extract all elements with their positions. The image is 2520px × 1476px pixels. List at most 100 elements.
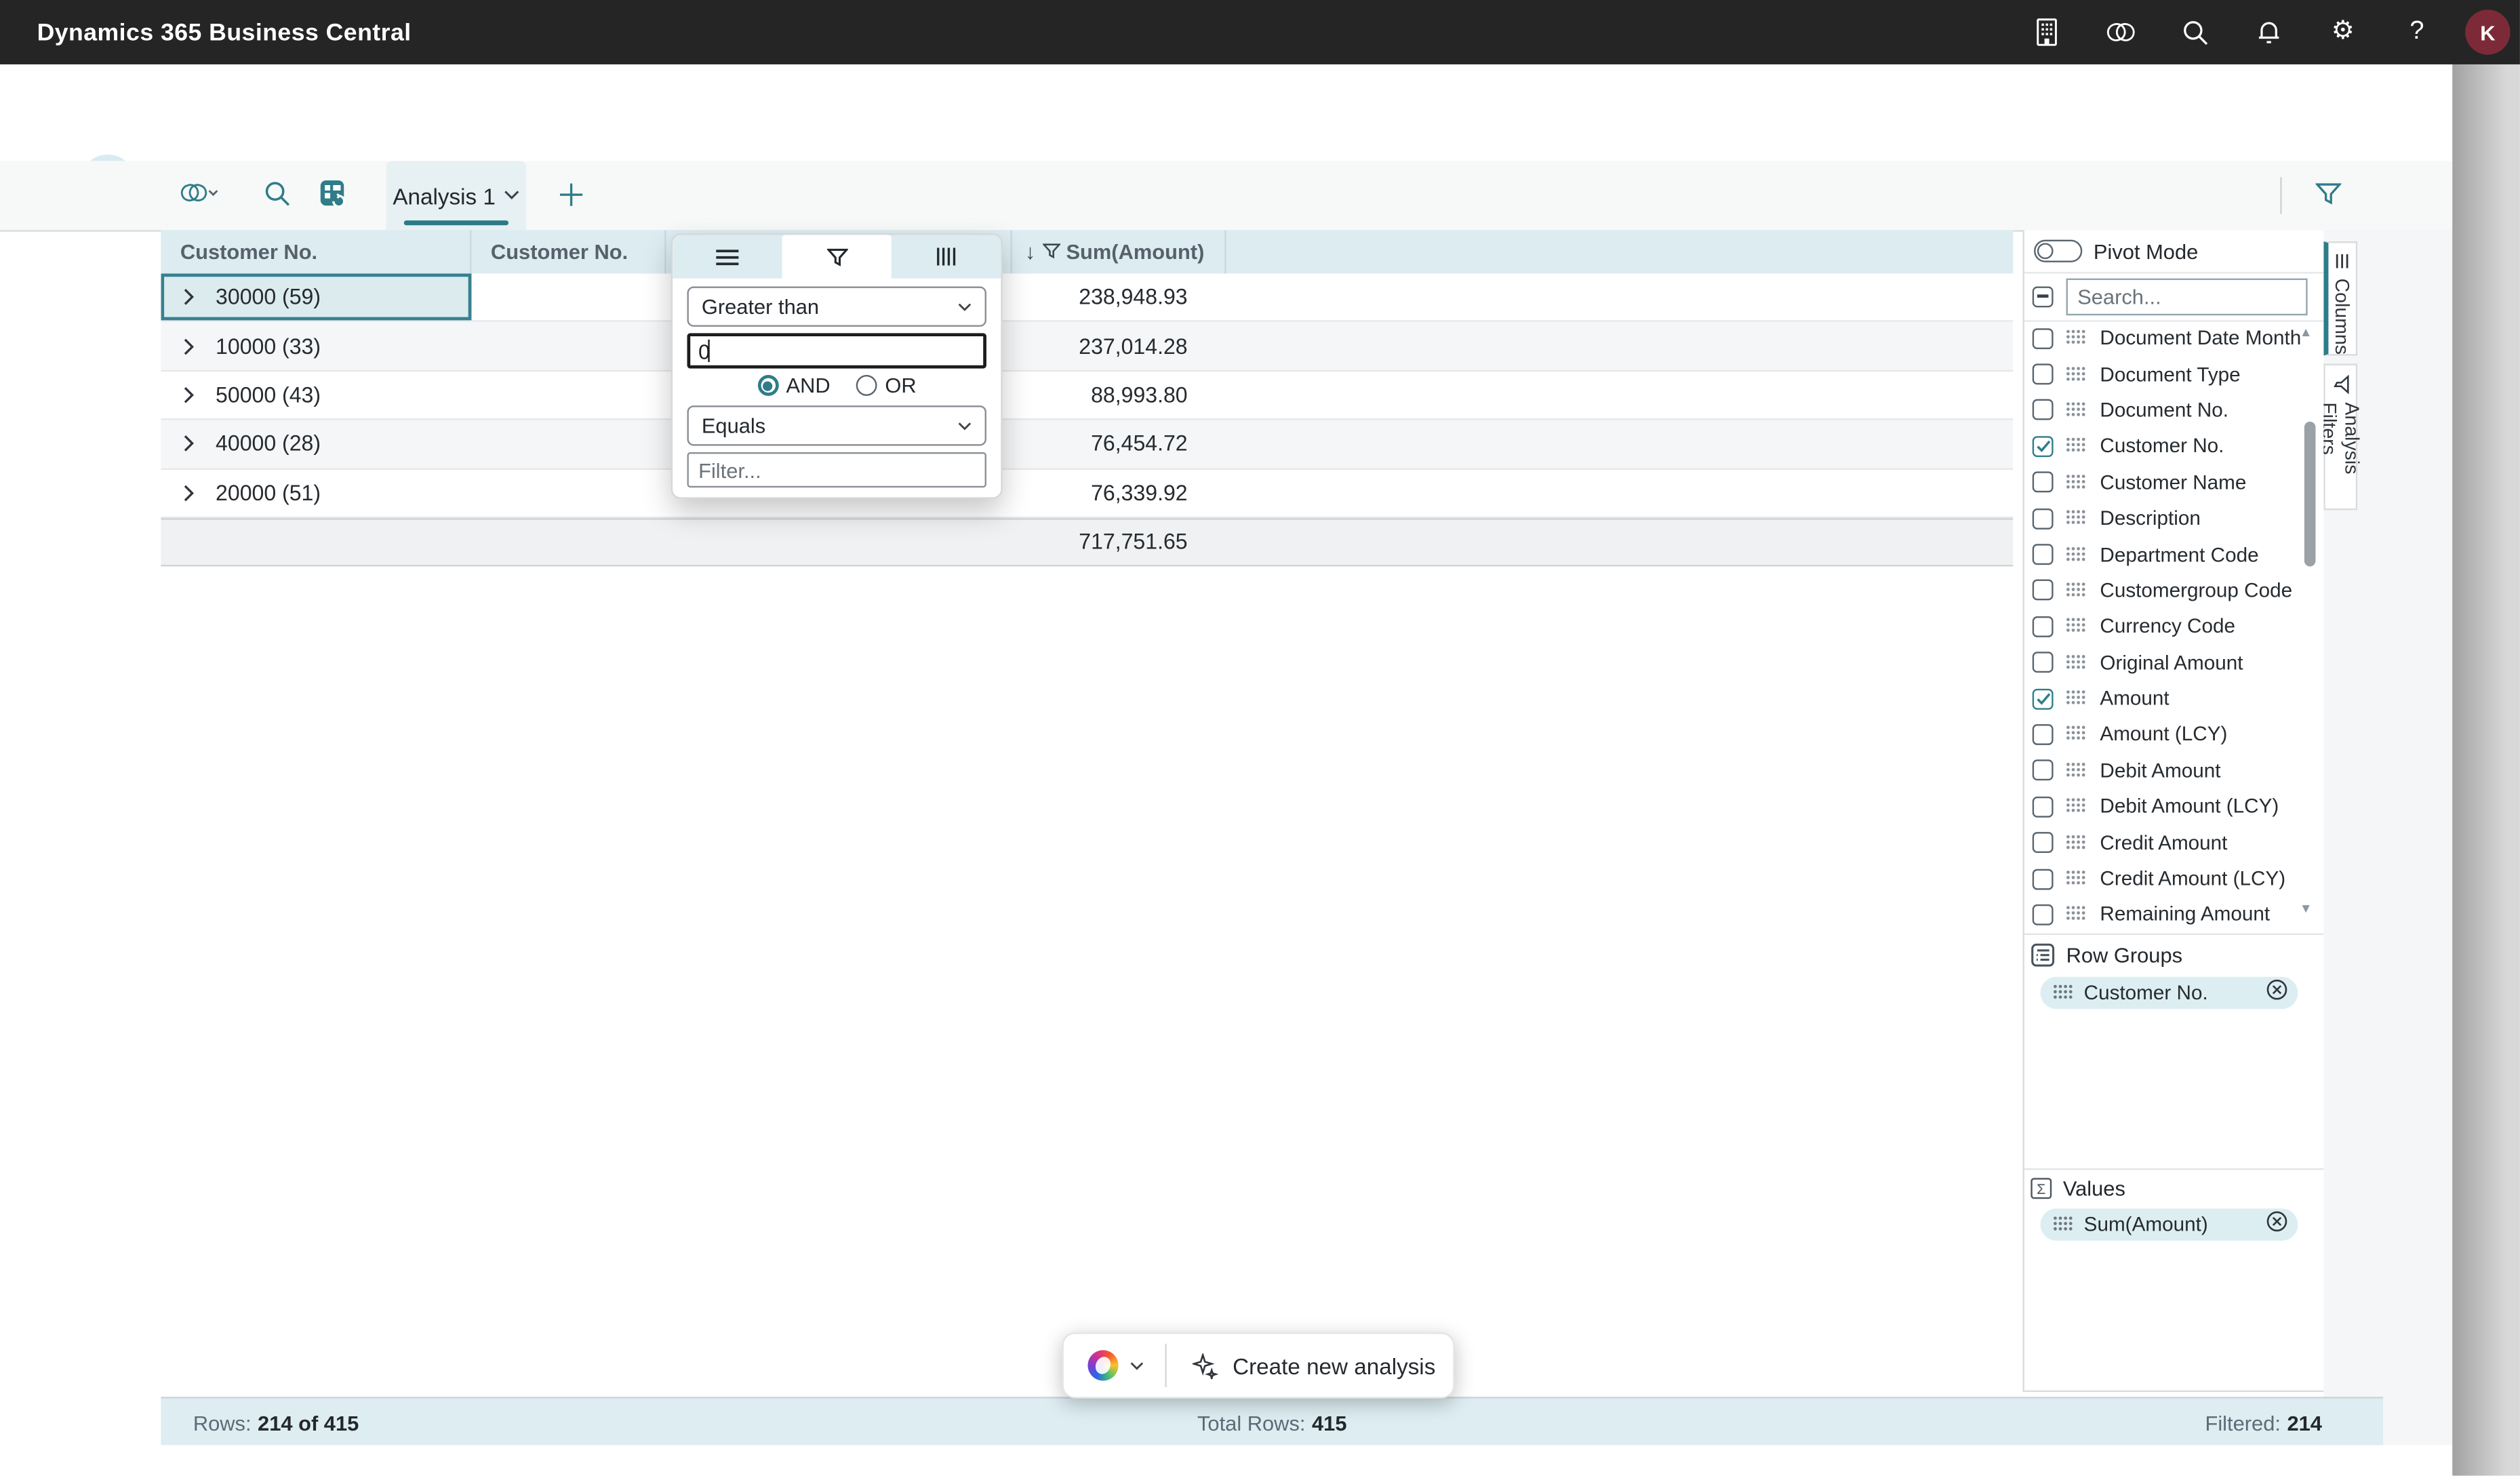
remove-value-button[interactable] <box>2266 1210 2288 1240</box>
copilot-logo-icon[interactable] <box>1087 1350 1119 1381</box>
tab-analysis-filters[interactable]: Analysis Filters <box>2318 363 2363 511</box>
group-cell[interactable]: 50000 (43) <box>161 372 471 419</box>
settings-gear-icon[interactable]: ⚙ <box>2327 16 2359 48</box>
field-item[interactable]: Document No. <box>2024 393 2323 428</box>
scroll-up-icon[interactable]: ▲ <box>2300 325 2313 339</box>
group-cell[interactable] <box>161 520 471 565</box>
field-checkbox[interactable] <box>2032 832 2054 854</box>
drag-handle-icon[interactable] <box>2066 690 2085 706</box>
field-checkbox[interactable] <box>2032 363 2054 385</box>
table-row[interactable]: 50000 (43) 88,993.80 <box>161 371 2014 420</box>
or-radio[interactable] <box>856 375 877 396</box>
pivot-mode-toggle[interactable] <box>2034 239 2083 262</box>
drag-handle-icon[interactable] <box>2066 546 2085 563</box>
field-checkbox[interactable] <box>2032 435 2054 457</box>
and-radio[interactable] <box>757 375 778 396</box>
drag-handle-icon[interactable] <box>2066 906 2085 923</box>
value-pill[interactable]: Sum(Amount) <box>2040 1208 2298 1241</box>
filter-toolbar-icon[interactable] <box>2315 182 2342 214</box>
group-cell[interactable]: 30000 (59) <box>161 273 472 321</box>
drag-handle-icon[interactable] <box>2066 871 2085 887</box>
column-header-sum-amount[interactable]: ↓ Sum(Amount) <box>1012 230 1226 274</box>
table-row[interactable]: 10000 (33) 237,014.28 <box>161 322 2014 372</box>
expand-row-icon[interactable] <box>184 337 195 355</box>
scroll-down-icon[interactable]: ▼ <box>2300 901 2313 915</box>
search-icon[interactable] <box>2179 16 2211 48</box>
drag-handle-icon[interactable] <box>2066 762 2085 779</box>
field-item[interactable]: Document Date Month <box>2024 320 2323 356</box>
popup-tab-columns-icon[interactable] <box>892 235 1001 279</box>
create-new-analysis-button[interactable]: Create new analysis <box>1233 1353 1435 1378</box>
drag-handle-icon[interactable] <box>2066 510 2085 527</box>
field-item[interactable]: Credit Amount <box>2024 824 2323 860</box>
group-cell[interactable]: 20000 (51) <box>161 469 471 517</box>
user-avatar[interactable]: K <box>2465 9 2511 55</box>
group-cell[interactable]: 40000 (28) <box>161 420 471 468</box>
column-header-customer-no-group[interactable]: Customer No. <box>161 230 472 274</box>
filter-value-input[interactable] <box>687 333 986 369</box>
add-analysis-tab-button[interactable] <box>559 182 584 216</box>
field-checkbox[interactable] <box>2032 327 2054 349</box>
field-checkbox[interactable] <box>2032 544 2054 565</box>
chevron-down-icon[interactable] <box>1129 1361 1144 1370</box>
drag-handle-icon[interactable] <box>2054 1216 2073 1233</box>
drag-handle-icon[interactable] <box>2066 798 2085 815</box>
field-checkbox[interactable] <box>2032 687 2054 709</box>
field-list-scrollbar[interactable] <box>2304 421 2316 567</box>
tab-columns[interactable]: Columns <box>2323 241 2358 356</box>
table-row[interactable]: 30000 (59) 238,948.93 <box>161 273 2014 323</box>
field-checkbox[interactable] <box>2032 508 2054 530</box>
table-row[interactable]: 40000 (28) 76,454.72 <box>161 420 2014 470</box>
refresh-data-icon[interactable] <box>319 178 348 217</box>
field-item[interactable]: Department Code <box>2024 536 2323 572</box>
drag-handle-icon[interactable] <box>2066 835 2085 851</box>
column-header-customer-no[interactable]: Customer No. <box>471 230 666 274</box>
select-all-checkbox[interactable] <box>2032 285 2054 307</box>
field-checkbox[interactable] <box>2032 652 2054 673</box>
drag-handle-icon[interactable] <box>2066 726 2085 743</box>
field-checkbox[interactable] <box>2032 616 2054 637</box>
field-checkbox[interactable] <box>2032 724 2054 745</box>
expand-row-icon[interactable] <box>184 288 195 306</box>
field-item[interactable]: Original Amount <box>2024 645 2323 681</box>
field-checkbox[interactable] <box>2032 796 2054 818</box>
field-checkbox[interactable] <box>2032 580 2054 601</box>
filter-operator-select[interactable]: Greater than <box>687 286 986 327</box>
group-cell[interactable]: 10000 (33) <box>161 323 471 370</box>
field-item[interactable]: Amount (LCY) <box>2024 717 2323 753</box>
drag-handle-icon[interactable] <box>2066 366 2085 382</box>
popup-tab-filter-icon[interactable] <box>782 235 892 279</box>
field-item[interactable]: Customer Name <box>2024 464 2323 500</box>
field-item[interactable]: Customer No. <box>2024 428 2323 464</box>
field-checkbox[interactable] <box>2032 399 2054 421</box>
drag-handle-icon[interactable] <box>2066 330 2085 346</box>
field-checkbox[interactable] <box>2032 472 2054 493</box>
expand-row-icon[interactable] <box>184 484 195 502</box>
field-item[interactable]: Description <box>2024 500 2323 536</box>
field-item[interactable]: Debit Amount (LCY) <box>2024 789 2323 824</box>
field-search-input[interactable] <box>2066 277 2308 315</box>
field-checkbox[interactable] <box>2032 904 2054 925</box>
or-radio-option[interactable]: OR <box>856 374 917 397</box>
notifications-bell-icon[interactable] <box>2253 16 2285 48</box>
filter-operator2-select[interactable]: Equals <box>687 405 986 446</box>
field-item[interactable]: Credit Amount (LCY) <box>2024 860 2323 896</box>
drag-handle-icon[interactable] <box>2066 654 2085 671</box>
and-radio-option[interactable]: AND <box>757 374 831 397</box>
filter-value2-input[interactable] <box>687 452 986 488</box>
drag-handle-icon[interactable] <box>2054 984 2073 1001</box>
drag-handle-icon[interactable] <box>2066 438 2085 454</box>
copilot-menu-icon[interactable] <box>180 178 219 216</box>
tab-analysis-1[interactable]: Analysis 1 <box>386 161 527 231</box>
field-item[interactable]: Amount <box>2024 681 2323 717</box>
row-group-pill[interactable]: Customer No. <box>2040 976 2298 1010</box>
drag-handle-icon[interactable] <box>2066 582 2085 599</box>
search-toolbar-icon[interactable] <box>264 180 291 216</box>
field-item[interactable]: Debit Amount <box>2024 753 2323 789</box>
drag-handle-icon[interactable] <box>2066 474 2085 491</box>
expand-row-icon[interactable] <box>184 435 195 453</box>
drag-handle-icon[interactable] <box>2066 402 2085 418</box>
field-checkbox[interactable] <box>2032 868 2054 890</box>
drag-handle-icon[interactable] <box>2066 618 2085 635</box>
company-icon[interactable] <box>2031 16 2062 48</box>
